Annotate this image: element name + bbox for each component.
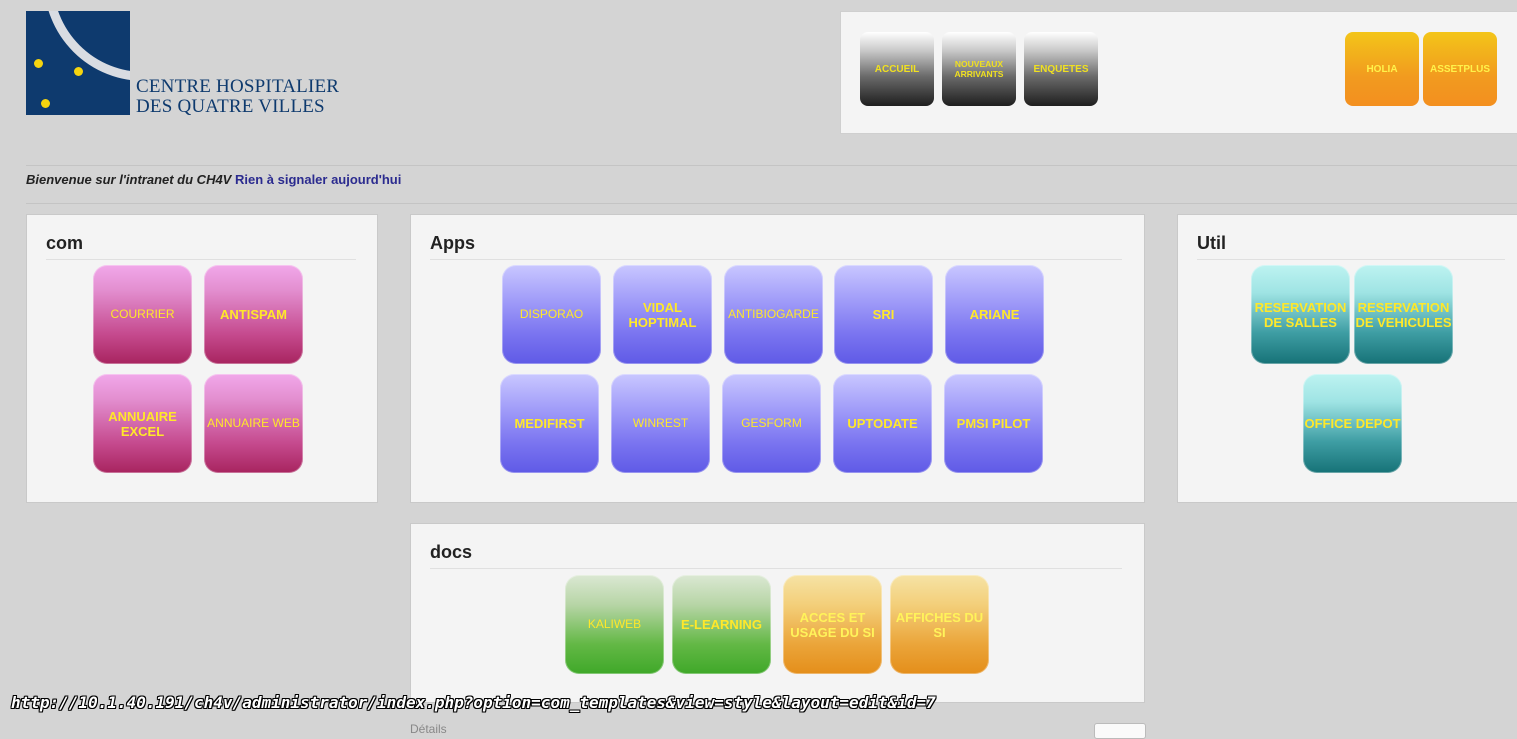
panel-divider (430, 568, 1122, 569)
tile-e-learning[interactable]: E-LEARNING (672, 575, 771, 674)
tile-annuaire-excel[interactable]: ANNUAIRE EXCEL (93, 374, 192, 473)
tile-sri-label: SRI (872, 307, 895, 322)
tile-kaliweb-label: KALIWEB (587, 617, 642, 631)
divider (26, 203, 1517, 204)
welcome-status: Rien à signaler aujourd'hui (234, 172, 402, 187)
tile-acces-usage-si-label: ACCES ET USAGE DU SI (790, 609, 875, 640)
tile-annuaire-web[interactable]: ANNUAIRE WEB (204, 374, 303, 473)
welcome-bar: Bienvenue sur l'intranet du CH4V Rien à … (26, 172, 401, 187)
tile-uptodate[interactable]: UPTODATE (833, 374, 932, 473)
divider (26, 165, 1517, 166)
tile-pmsi-pilot[interactable]: PMSI PILOT (944, 374, 1043, 473)
docs-title: docs (430, 542, 473, 562)
apps-panel: Apps DISPORAO VIDAL HOPTIMAL ANTIBIOGARD… (410, 214, 1145, 503)
tile-gesform[interactable]: GESFORM (722, 374, 821, 473)
tile-affiches-si[interactable]: AFFICHES DU SI (890, 575, 989, 674)
tile-office-depot-label: OFFICE DEPOT (1304, 416, 1401, 431)
docs-panel: docs KALIWEB E-LEARNING ACCES ET USAGE D… (410, 523, 1145, 703)
tile-disporao[interactable]: DISPORAO (502, 265, 601, 364)
logo-text: CENTRE HOSPITALIER DES QUATRE VILLES (136, 77, 339, 117)
panel-divider (46, 259, 356, 260)
tile-annuaire-web-label: ANNUAIRE WEB (207, 416, 300, 430)
nav-accueil-label: ACCUEIL (874, 63, 920, 75)
welcome-text: Bienvenue sur l'intranet du CH4V (26, 172, 232, 187)
tile-reservation-vehicules[interactable]: RESERVATION DE VEHICULES (1354, 265, 1453, 364)
status-bar-url: http://10.1.40.191/ch4v/administrator/in… (11, 693, 936, 712)
tile-ariane-label: ARIANE (969, 307, 1020, 322)
tile-e-learning-label: E-LEARNING (681, 617, 762, 632)
nav-enquetes-button[interactable]: ENQUETES (1024, 32, 1098, 106)
tile-ariane[interactable]: ARIANE (945, 265, 1044, 364)
tile-annuaire-excel-label: ANNUAIRE EXCEL (108, 408, 177, 439)
tile-medifirst[interactable]: MEDIFIRST (500, 374, 599, 473)
nav-holia-label: HOLIA (1366, 63, 1398, 75)
panel-divider (430, 259, 1122, 260)
footer-partial-button[interactable] (1094, 723, 1146, 739)
tile-winrest[interactable]: WINREST (611, 374, 710, 473)
nav-nouveaux-arrivants-label: NOUVEAUX ARRIVANTS (954, 59, 1004, 79)
tile-sri[interactable]: SRI (834, 265, 933, 364)
logo-dot (41, 99, 50, 108)
logo-emblem (26, 11, 130, 115)
tile-vidal-hoptimal[interactable]: VIDAL HOPTIMAL (613, 265, 712, 364)
tile-office-depot[interactable]: OFFICE DEPOT (1303, 374, 1402, 473)
util-panel: Util RESERVATION DE SALLES RESERVATION D… (1177, 214, 1517, 503)
tile-pmsi-pilot-label: PMSI PILOT (956, 416, 1031, 431)
tile-affiches-si-label: AFFICHES DU SI (895, 609, 984, 640)
nav-assetplus-button[interactable]: ASSETPLUS (1423, 32, 1497, 106)
nav-holia-button[interactable]: HOLIA (1345, 32, 1419, 106)
nav-enquetes-label: ENQUETES (1033, 63, 1089, 75)
apps-title: Apps (430, 233, 475, 253)
tile-courrier-label: COURRIER (110, 307, 175, 321)
tile-acces-usage-si[interactable]: ACCES ET USAGE DU SI (783, 575, 882, 674)
tile-antispam[interactable]: ANTISPAM (204, 265, 303, 364)
com-title: com (46, 233, 84, 253)
tile-disporao-label: DISPORAO (519, 307, 584, 321)
tile-uptodate-label: UPTODATE (847, 416, 918, 431)
nav-assetplus-label: ASSETPLUS (1429, 63, 1490, 75)
com-panel: com COURRIER ANTISPAM ANNUAIRE EXCEL ANN… (26, 214, 378, 503)
nav-nouveaux-arrivants-button[interactable]: NOUVEAUX ARRIVANTS (942, 32, 1016, 106)
logo-dot (34, 59, 43, 68)
tile-reservation-vehicules-label: RESERVATION DE VEHICULES (1355, 299, 1452, 330)
tile-antibiogarde[interactable]: ANTIBIOGARDE (724, 265, 823, 364)
tile-medifirst-label: MEDIFIRST (514, 416, 585, 431)
panel-divider (1197, 259, 1505, 260)
tile-vidal-hoptimal-label: VIDAL HOPTIMAL (628, 299, 697, 330)
logo-line-1: CENTRE HOSPITALIER (136, 76, 340, 97)
logo-line-2: DES QUATRE VILLES (136, 96, 325, 117)
tile-antibiogarde-label: ANTIBIOGARDE (728, 307, 819, 321)
tile-reservation-salles-label: RESERVATION DE SALLES (1254, 299, 1347, 330)
logo-arc (44, 11, 130, 81)
footer-partial-text: Détails (410, 722, 447, 736)
logo-dot (74, 67, 83, 76)
tile-reservation-salles[interactable]: RESERVATION DE SALLES (1251, 265, 1350, 364)
tile-gesform-label: GESFORM (741, 416, 802, 430)
top-nav-panel: ACCUEIL NOUVEAUX ARRIVANTS ENQUETES HOLI… (840, 11, 1517, 134)
util-title: Util (1197, 233, 1226, 253)
tile-winrest-label: WINREST (632, 416, 689, 430)
ch4v-logo[interactable]: CENTRE HOSPITALIER DES QUATRE VILLES (26, 11, 339, 117)
nav-accueil-button[interactable]: ACCUEIL (860, 32, 934, 106)
tile-kaliweb[interactable]: KALIWEB (565, 575, 664, 674)
tile-courrier[interactable]: COURRIER (93, 265, 192, 364)
tile-antispam-label: ANTISPAM (220, 307, 287, 322)
